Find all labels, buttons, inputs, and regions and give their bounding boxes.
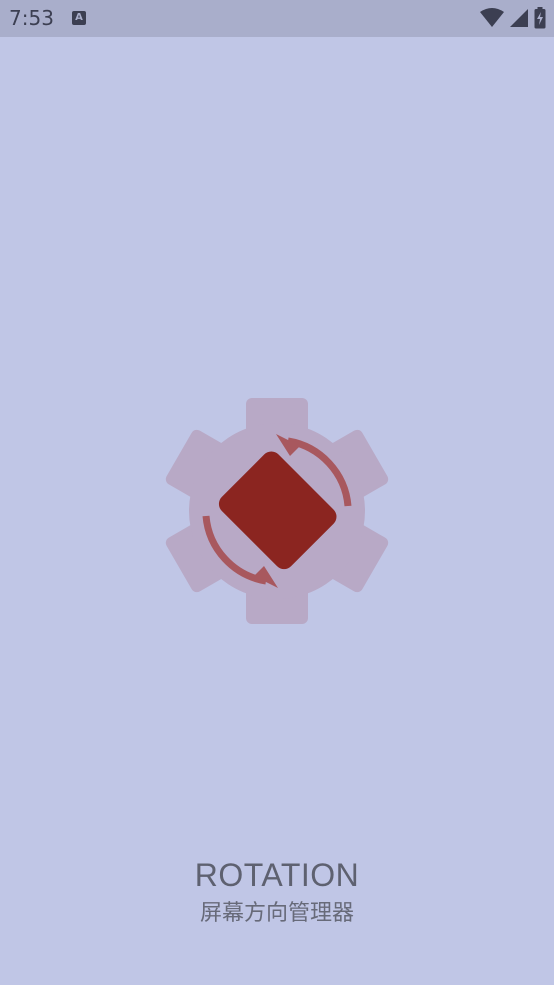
- wifi-icon: [480, 8, 504, 27]
- status-time: 7:53: [9, 6, 54, 30]
- notification-icon-label: A: [75, 12, 83, 23]
- rotation-gear-icon: [165, 398, 389, 624]
- notification-icon: A: [72, 11, 86, 25]
- app-subtitle: 屏幕方向管理器: [199, 901, 354, 926]
- battery-charging-icon: [534, 7, 546, 29]
- status-bar: 7:53 A: [0, 0, 554, 37]
- status-icons: [480, 7, 546, 29]
- app-title: ROTATION: [194, 857, 360, 893]
- cell-signal-icon: [510, 9, 528, 27]
